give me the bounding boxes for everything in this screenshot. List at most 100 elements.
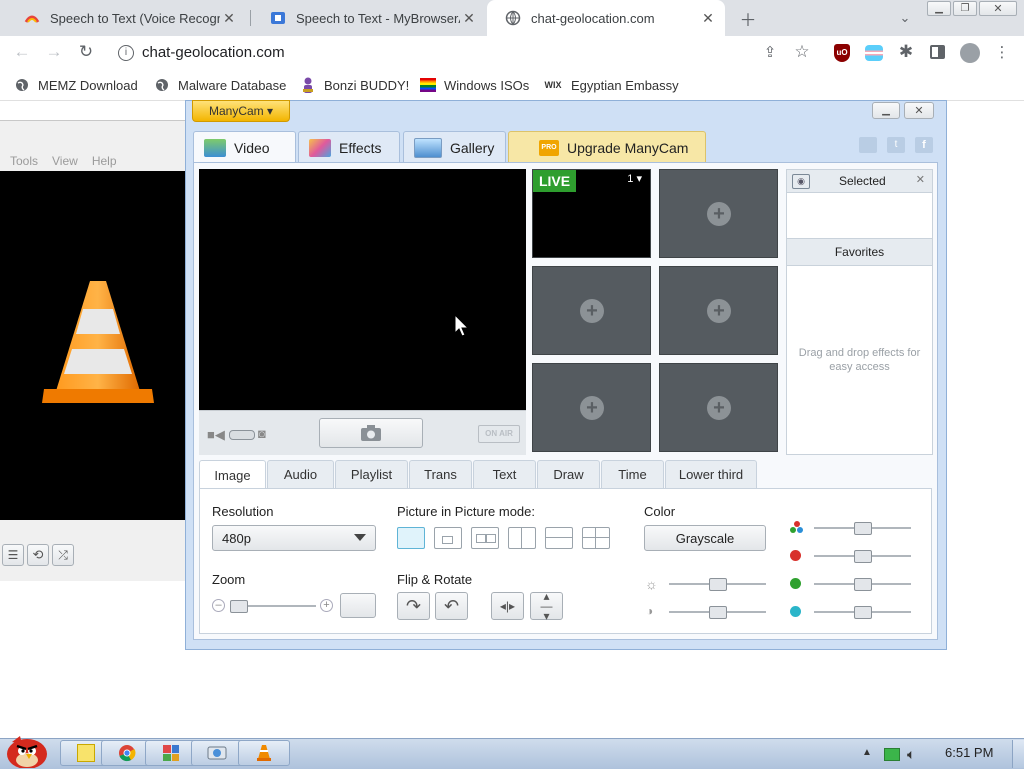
tab-lower-third[interactable]: Lower third (665, 460, 757, 488)
facebook-icon[interactable]: f (915, 137, 933, 153)
pip-mode-split-horizontal[interactable] (545, 527, 573, 549)
clear-selected-icon[interactable]: ✕ (916, 173, 925, 186)
tab-time[interactable]: Time (601, 460, 664, 488)
show-hidden-icons-icon[interactable]: ▲ (862, 747, 872, 758)
flip-vertical-icon[interactable]: ▴ — ▾ (530, 590, 563, 622)
saturation-slider-thumb[interactable] (853, 522, 872, 535)
main-video-preview[interactable] (199, 169, 526, 410)
tab-audio[interactable]: Audio (267, 460, 334, 488)
tab-gallery[interactable]: Gallery (403, 131, 506, 163)
pip-mode-quad[interactable] (582, 527, 610, 549)
green-slider-thumb[interactable] (853, 578, 872, 591)
zoom-preview-button[interactable] (340, 593, 376, 618)
browser-tab-chat-geolocation[interactable]: chat-geolocation.com ✕ (487, 0, 725, 36)
youtube-icon[interactable] (859, 137, 877, 153)
extension-flag-icon[interactable] (865, 45, 883, 61)
source-cell-empty[interactable]: + (659, 363, 778, 452)
bookmark-star-icon[interactable]: ☆ (790, 40, 814, 64)
tab-video[interactable]: Video (193, 131, 296, 163)
channel-selector[interactable]: 1 ▾ (627, 172, 642, 185)
twitter-icon[interactable]: t (887, 137, 905, 153)
photo-mode-icon[interactable]: ◙ (258, 426, 266, 441)
reload-icon[interactable]: ↻ (74, 40, 98, 64)
flip-horizontal-icon[interactable]: ◂|▸ (491, 592, 524, 620)
bookmark-windows-isos[interactable]: Windows ISOs (420, 76, 529, 94)
add-source-icon[interactable]: + (580, 299, 604, 323)
close-tab-icon[interactable]: ✕ (460, 10, 478, 27)
taskbar-vlc[interactable] (238, 740, 290, 766)
show-desktop-button[interactable] (1012, 740, 1024, 768)
source-cell-empty[interactable]: + (659, 266, 778, 355)
system-clock[interactable]: 6:51 PM (945, 745, 993, 760)
bookmark-malware-database[interactable]: Malware Database (154, 76, 286, 94)
zoom-in-icon[interactable]: + (320, 599, 333, 612)
side-panel-icon[interactable] (930, 45, 945, 59)
add-source-icon[interactable]: + (580, 396, 604, 420)
add-source-icon[interactable]: + (707, 202, 731, 226)
back-icon[interactable]: ← (10, 40, 34, 64)
pip-mode-off[interactable] (397, 527, 425, 549)
tab-effects[interactable]: Effects (298, 131, 400, 163)
ublock-icon[interactable]: uO (834, 44, 850, 62)
source-cell-empty[interactable]: + (532, 266, 651, 355)
playlist-icon[interactable]: ☰ (2, 544, 24, 566)
address-bar[interactable]: i chat-geolocation.com (108, 39, 828, 67)
tab-text[interactable]: Text (473, 460, 536, 488)
zoom-out-icon[interactable]: – (212, 599, 225, 612)
close-window-icon[interactable]: ✕ (979, 1, 1017, 16)
rotate-right-icon[interactable]: ↷ (397, 592, 430, 620)
resolution-dropdown[interactable]: 480p (212, 525, 376, 551)
add-source-icon[interactable]: + (707, 299, 731, 323)
menu-kebab-icon[interactable]: ⋮ (990, 40, 1014, 64)
vlc-menu-tools[interactable]: Tools (10, 154, 38, 168)
tab-upgrade-manycam[interactable]: PRO Upgrade ManyCam (508, 131, 706, 163)
vlc-menu-help[interactable]: Help (92, 154, 117, 168)
manycam-close-icon[interactable]: ✕ (904, 102, 934, 119)
close-tab-icon[interactable]: ✕ (220, 10, 238, 27)
eye-icon[interactable]: ◉ (792, 174, 810, 189)
shuffle-icon[interactable]: ⤮ (52, 544, 74, 566)
start-button-angry-bird-icon[interactable] (2, 730, 52, 769)
taskbar-manycam[interactable] (191, 740, 243, 766)
extensions-puzzle-icon[interactable]: ✱ (894, 40, 918, 64)
tab-draw[interactable]: Draw (537, 460, 600, 488)
video-mode-icon[interactable]: ■◀ (207, 427, 225, 443)
tab-trans[interactable]: Trans (409, 460, 472, 488)
rotate-left-icon[interactable]: ↶ (435, 592, 468, 620)
source-cell-empty[interactable]: + (532, 363, 651, 452)
snapshot-button[interactable] (319, 418, 423, 448)
browser-tab-speech-to-text[interactable]: Speech to Text (Voice Recogni ✕ (6, 0, 246, 36)
zoom-slider-thumb[interactable] (230, 600, 248, 613)
network-icon[interactable] (884, 748, 900, 761)
browser-tab-mybrowseraddon[interactable]: Speech to Text - MyBrowserAd ✕ (252, 0, 486, 36)
pip-mode-double[interactable] (471, 527, 499, 549)
bookmark-bonzi-buddy[interactable]: Bonzi BUDDY! (300, 76, 409, 94)
bookmark-memz[interactable]: MEMZ Download (14, 76, 138, 94)
blue-slider-thumb[interactable] (853, 606, 872, 619)
add-source-icon[interactable]: + (707, 396, 731, 420)
pip-mode-split-vertical[interactable] (508, 527, 536, 549)
loop-icon[interactable]: ⟲ (27, 544, 49, 566)
manycam-menu-button[interactable]: ManyCam ▾ (192, 100, 290, 122)
manycam-minimize-icon[interactable]: ▁ (872, 102, 900, 119)
site-info-icon[interactable]: i (118, 45, 134, 61)
grayscale-button[interactable]: Grayscale (644, 525, 766, 551)
brightness-slider-thumb[interactable] (708, 578, 727, 591)
restore-icon[interactable]: ❐ (953, 1, 977, 16)
contrast-slider-thumb[interactable] (708, 606, 727, 619)
pip-mode-small[interactable] (434, 527, 462, 549)
tab-image[interactable]: Image (199, 460, 266, 489)
new-tab-icon[interactable]: ＋ (736, 6, 760, 30)
mode-toggle-switch[interactable] (229, 430, 255, 440)
profile-avatar-icon[interactable] (960, 43, 980, 63)
share-icon[interactable]: ⇪ (758, 40, 782, 64)
bookmark-egyptian-embassy[interactable]: WIX Egyptian Embassy (543, 76, 679, 94)
red-slider-thumb[interactable] (853, 550, 872, 563)
forward-icon[interactable]: → (42, 40, 66, 64)
tab-search-icon[interactable]: ⌄ (893, 6, 917, 30)
tab-playlist[interactable]: Playlist (335, 460, 408, 488)
close-tab-icon[interactable]: ✕ (699, 10, 717, 27)
source-cell-live[interactable]: LIVE 1 ▾ (532, 169, 651, 258)
minimize-icon[interactable]: ▁ (927, 1, 951, 16)
vlc-menu-view[interactable]: View (52, 154, 78, 168)
